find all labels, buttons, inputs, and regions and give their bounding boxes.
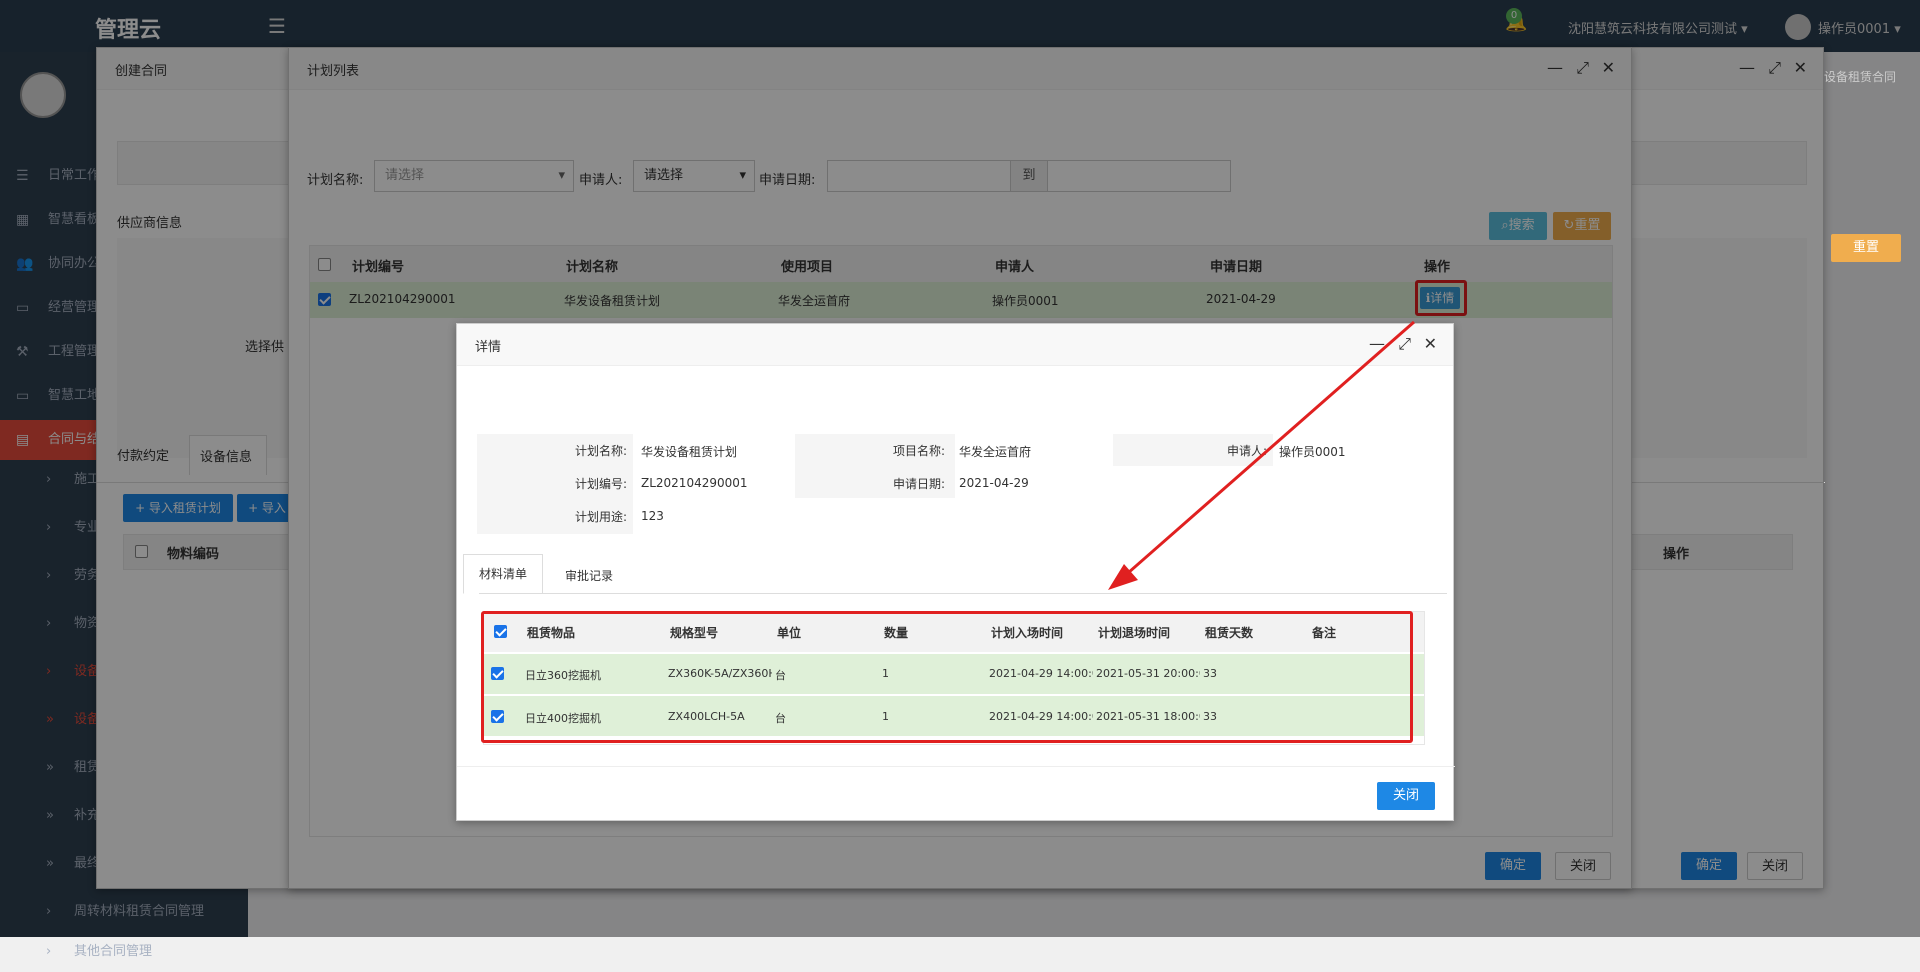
plan-name-label: 计划名称: (575, 444, 628, 458)
date-label: 申请日期: (893, 477, 946, 491)
project-label: 项目名称: (893, 444, 946, 458)
tab-approval-record[interactable]: 审批记录 (565, 567, 613, 584)
right-tab-label: 设备租赁合同 (1824, 70, 1897, 84)
footer-divider (457, 766, 1455, 767)
plan-name-value: 华发设备租赁计划 (641, 445, 738, 459)
tab-material-list[interactable]: 材料清单 (463, 554, 543, 594)
close-button[interactable]: 关闭 (1377, 782, 1435, 810)
plan-code-value: ZL202104290001 (641, 476, 748, 490)
date-value: 2021-04-29 (959, 476, 1029, 490)
arrow-line (1119, 320, 1415, 582)
chevron-right-icon: › (46, 944, 52, 959)
purpose-label: 计划用途: (575, 510, 628, 524)
plan-code-label: 计划编号: (575, 477, 628, 491)
reset-button-bg[interactable]: 重置 (1831, 234, 1901, 262)
window-title: 详情 (475, 340, 502, 355)
purpose-value: 123 (641, 509, 664, 523)
highlight-material-table (481, 611, 1413, 743)
sidebar-sub-item[interactable]: › 其他合同管理 (0, 932, 248, 972)
annotation-arrow (1108, 320, 1415, 590)
project-value: 华发全运首府 (959, 445, 1032, 459)
